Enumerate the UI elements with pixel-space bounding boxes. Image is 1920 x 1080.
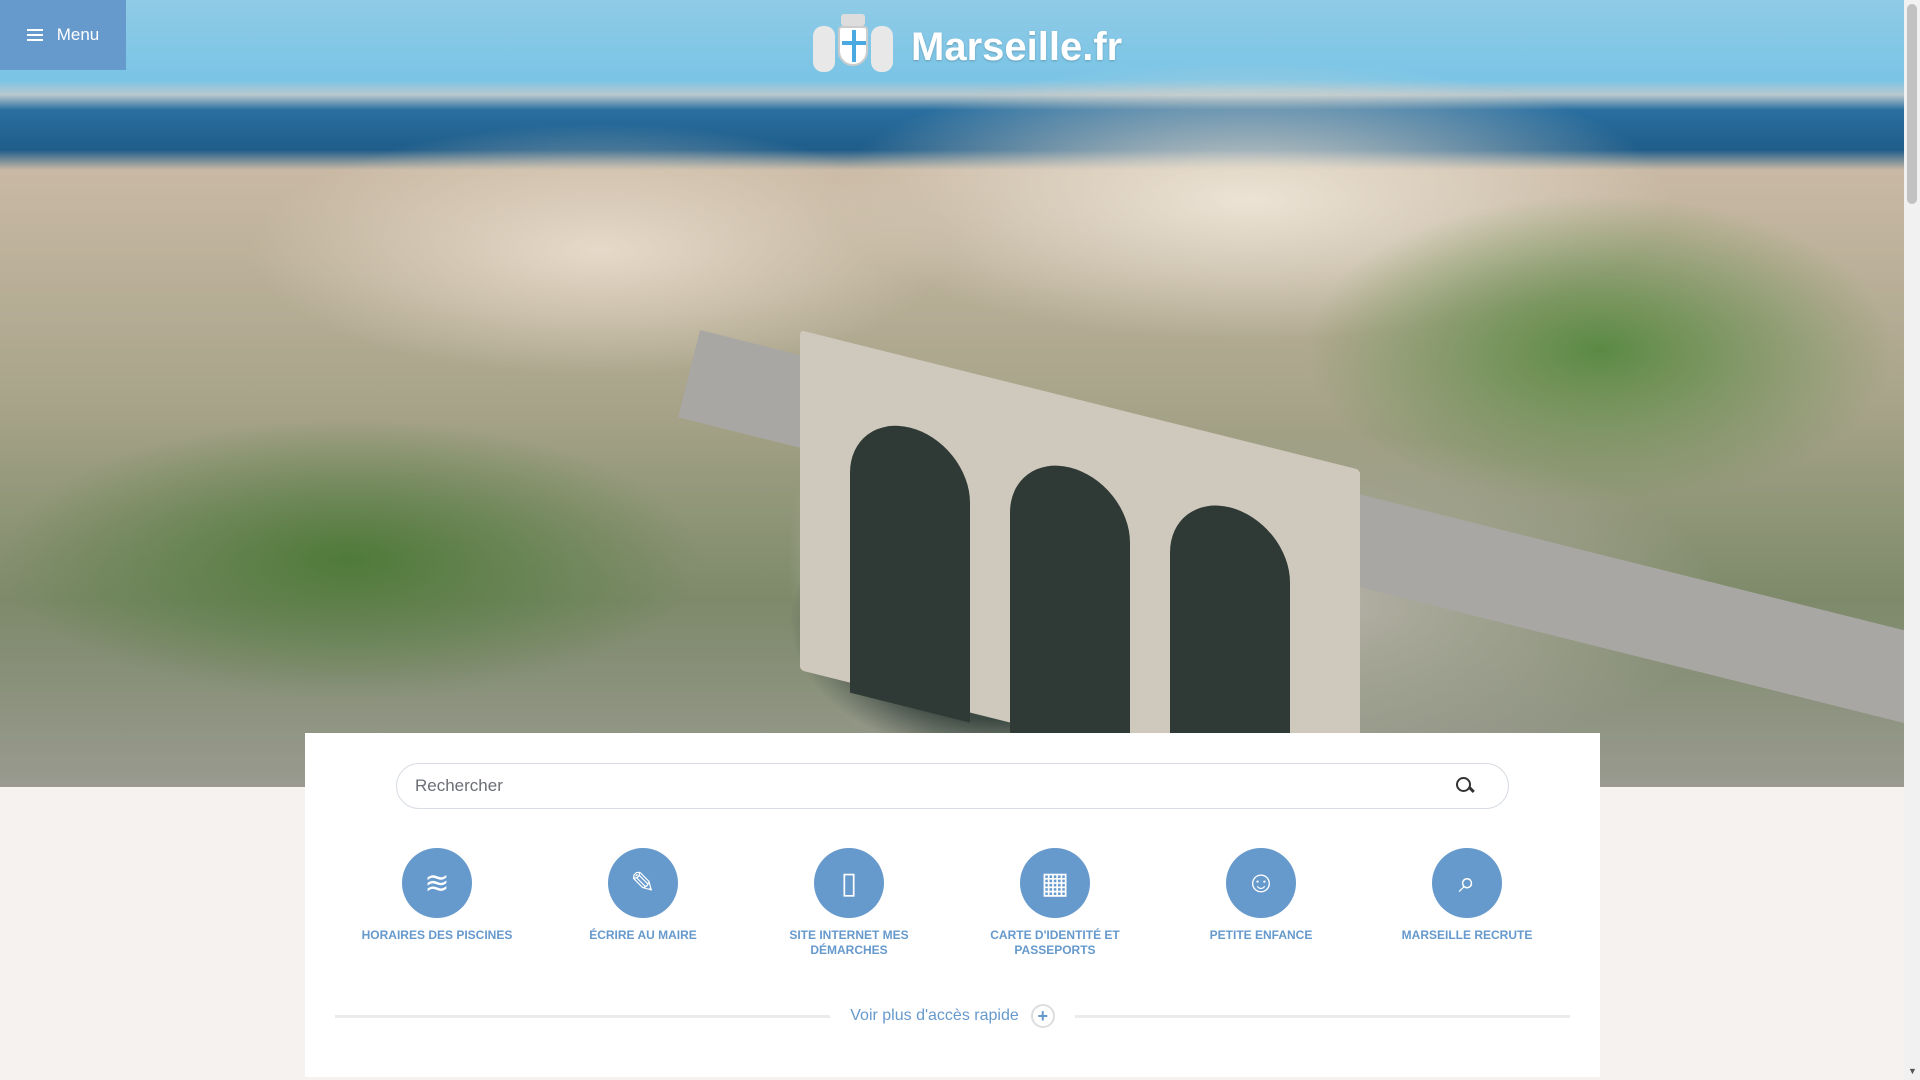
quick-access-write-mayor[interactable]: ✎ ÉCRIRE AU MAIRE [558, 848, 728, 943]
baby-face-icon: ☺ [1226, 848, 1296, 918]
menu-button[interactable]: Menu [0, 0, 126, 70]
menu-label: Menu [56, 25, 100, 44]
hero-image [0, 0, 1904, 787]
hamburger-icon [26, 29, 43, 41]
quick-access-label: CARTE D'IDENTITÉ ET PASSEPORTS [990, 928, 1120, 957]
quick-access-id-card[interactable]: ▦ CARTE D'IDENTITÉ ET PASSEPORTS [970, 848, 1140, 958]
more-quick-access-link[interactable]: Voir plus d'accès rapide + [850, 1004, 1055, 1028]
quick-access-demarches[interactable]: ▯ SITE INTERNET MES DÉMARCHES [764, 848, 934, 958]
write-document-icon: ✎ [608, 848, 678, 918]
coat-of-arms-icon [805, 12, 901, 82]
smartphone-hand-icon: ▯ [814, 848, 884, 918]
quick-access-panel: ≋ HORAIRES DES PISCINES ✎ ÉCRIRE AU MAIR… [305, 733, 1600, 1077]
search-icon[interactable] [1454, 775, 1476, 797]
site-logo[interactable]: Marseille.fr [805, 12, 1122, 82]
scroll-down-arrow-icon[interactable]: ▼ [1908, 1066, 1917, 1076]
search-bar [396, 763, 1509, 809]
briefcase-search-icon: ⌕ [1432, 848, 1502, 918]
divider [1074, 1014, 1571, 1018]
quick-access-jobs[interactable]: ⌕ MARSEILLE RECRUTE [1382, 848, 1552, 943]
quick-access-pools[interactable]: ≋ HORAIRES DES PISCINES [352, 848, 522, 943]
more-quick-access-label: Voir plus d'accès rapide [850, 1007, 1019, 1024]
quick-access-label: SITE INTERNET MES DÉMARCHES [789, 928, 909, 957]
divider [335, 1014, 831, 1018]
quick-access-label: ÉCRIRE AU MAIRE [589, 928, 697, 942]
scrollbar[interactable]: ▼ [1904, 0, 1920, 1080]
quick-access-early-childhood[interactable]: ☺ PETITE ENFANCE [1176, 848, 1346, 943]
pool-icon: ≋ [402, 848, 472, 918]
plus-icon: + [1030, 1004, 1055, 1028]
more-quick-access: Voir plus d'accès rapide + [335, 1001, 1571, 1031]
search-input[interactable] [415, 776, 1454, 796]
quick-access-label: HORAIRES DES PISCINES [361, 928, 513, 942]
scrollbar-thumb[interactable] [1907, 4, 1917, 204]
hero-bridge [800, 330, 1360, 787]
quick-access-label: PETITE ENFANCE [1209, 928, 1313, 942]
logo-text: Marseille.fr [911, 24, 1123, 69]
calendar-clock-icon: ▦ [1020, 848, 1090, 918]
quick-access-label: MARSEILLE RECRUTE [1401, 928, 1533, 942]
